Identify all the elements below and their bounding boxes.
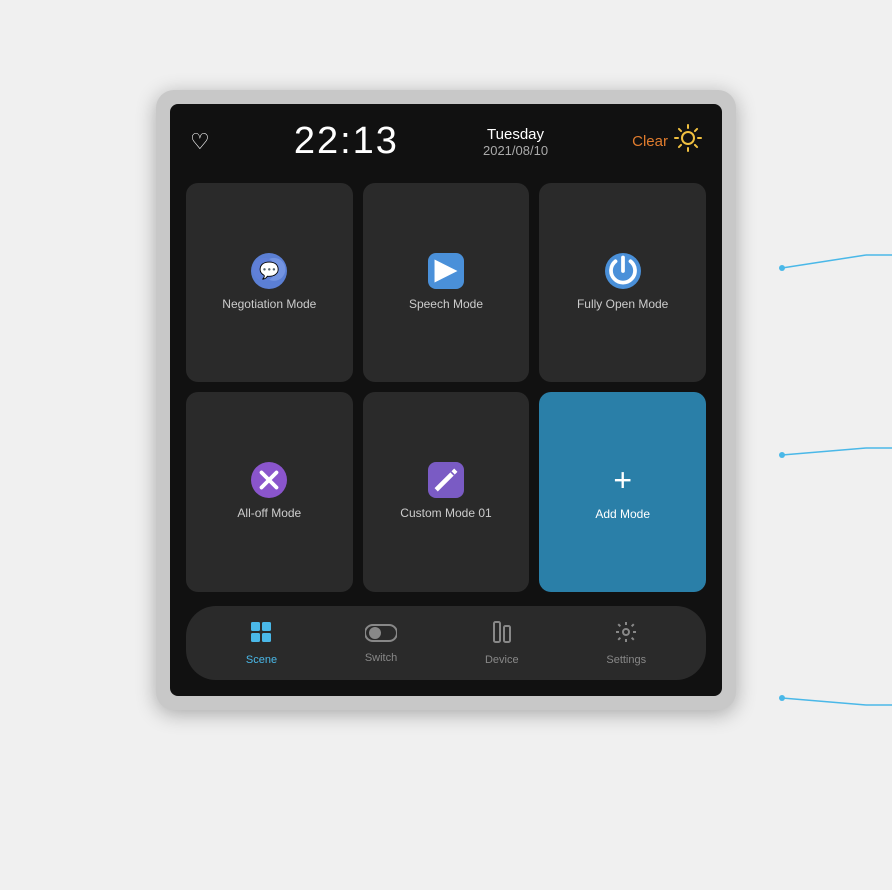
all-off-icon bbox=[251, 462, 287, 498]
svg-text:💬: 💬 bbox=[260, 261, 280, 280]
nav-device[interactable]: Device bbox=[469, 616, 535, 670]
day-name: Tuesday bbox=[487, 126, 544, 143]
header: ♡ 22:13 Tuesday 2021/08/10 Clear bbox=[186, 120, 706, 163]
settings-icon bbox=[614, 620, 638, 650]
settings-label: Settings bbox=[606, 654, 646, 666]
date-value: 2021/08/10 bbox=[483, 143, 548, 158]
mode-tile-speech[interactable]: Speech Mode bbox=[363, 183, 530, 382]
nav-scene[interactable]: Scene bbox=[230, 616, 293, 670]
nav-settings[interactable]: Settings bbox=[590, 616, 662, 670]
heart-icon: ♡ bbox=[190, 131, 210, 153]
switch-label: Switch bbox=[365, 652, 397, 664]
mode-tile-negotiation[interactable]: 💬 Negotiation Mode bbox=[186, 183, 353, 382]
negotiation-label: Negotiation Mode bbox=[222, 297, 316, 313]
add-icon: + bbox=[613, 462, 632, 499]
fully-open-icon bbox=[605, 253, 641, 289]
nav-switch[interactable]: Switch bbox=[349, 618, 413, 668]
scene-label: Scene bbox=[246, 654, 277, 666]
sun-icon bbox=[674, 124, 702, 159]
mode-tile-custom[interactable]: Custom Mode 01 bbox=[363, 392, 530, 592]
outer-wrapper: ♡ 22:13 Tuesday 2021/08/10 Clear bbox=[156, 90, 736, 710]
all-off-label: All-off Mode bbox=[237, 506, 301, 522]
weather-label: Clear bbox=[632, 133, 668, 150]
screen: ♡ 22:13 Tuesday 2021/08/10 Clear bbox=[170, 104, 722, 696]
mode-grid: 💬 Negotiation Mode bbox=[186, 183, 706, 592]
fully-open-label: Fully Open Mode bbox=[577, 297, 668, 313]
time-display: 22:13 bbox=[294, 120, 399, 163]
mode-tile-all-off[interactable]: All-off Mode bbox=[186, 392, 353, 592]
weather-section: Clear bbox=[632, 124, 702, 159]
device-frame: ♡ 22:13 Tuesday 2021/08/10 Clear bbox=[156, 90, 736, 710]
switch-icon bbox=[365, 622, 397, 648]
bottom-nav: Scene Switch bbox=[186, 606, 706, 680]
add-label: Add Mode bbox=[595, 507, 650, 523]
scene-icon bbox=[249, 620, 273, 650]
device-icon bbox=[490, 620, 514, 650]
speech-icon bbox=[428, 253, 464, 289]
device-label: Device bbox=[485, 654, 519, 666]
mode-tile-fully-open[interactable]: Fully Open Mode bbox=[539, 183, 706, 382]
date-info: Tuesday 2021/08/10 bbox=[483, 126, 548, 158]
negotiation-icon: 💬 bbox=[251, 253, 287, 289]
mode-tile-add[interactable]: + Add Mode bbox=[539, 392, 706, 592]
custom-icon bbox=[428, 462, 464, 498]
custom-label: Custom Mode 01 bbox=[400, 506, 491, 522]
speech-label: Speech Mode bbox=[409, 297, 483, 313]
